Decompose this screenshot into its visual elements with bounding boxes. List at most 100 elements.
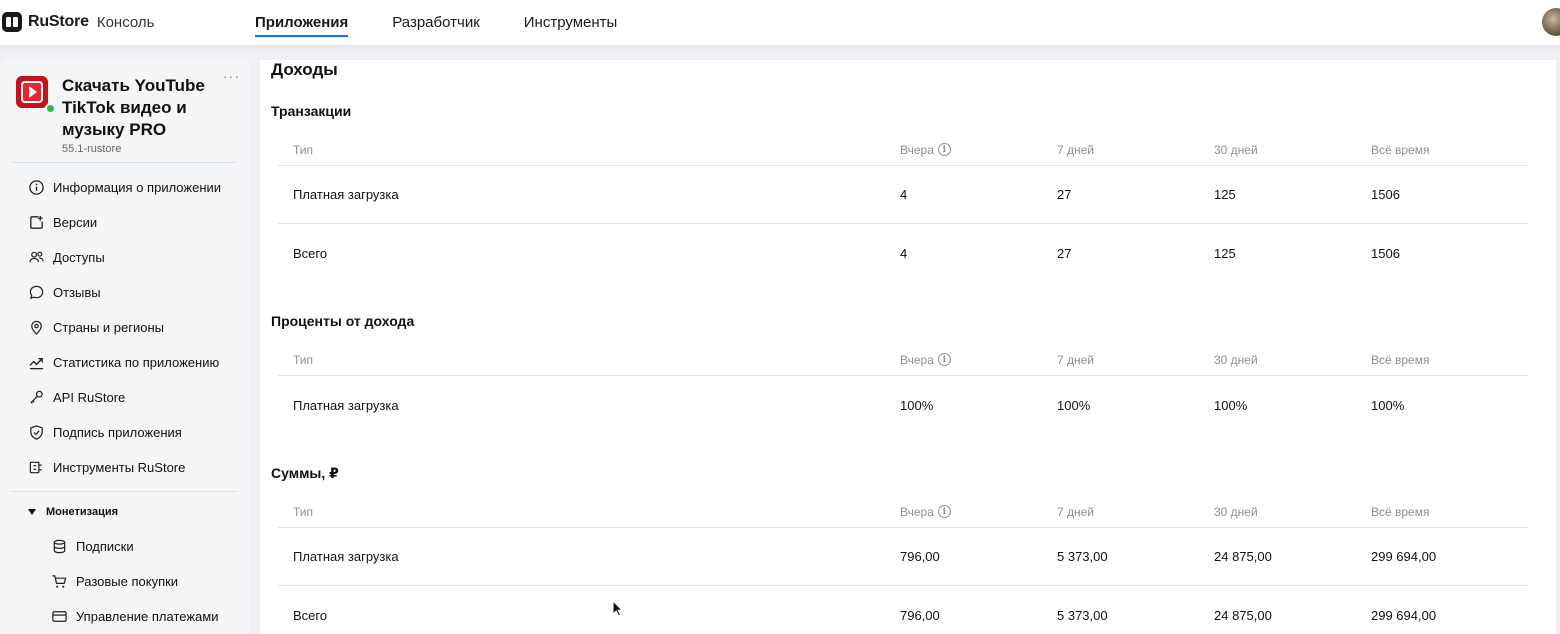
sums-table: Тип Вчера i 7 дней 30 дней Всё время Плат…	[278, 496, 1528, 634]
sidebar-item-label: Разовые покупки	[76, 574, 179, 589]
versions-icon	[27, 214, 45, 232]
caret-down-icon	[28, 509, 36, 515]
database-icon	[50, 538, 68, 556]
sidebar-item-signature[interactable]: Подпись приложения	[0, 415, 250, 450]
table-header: Тип Вчера i 7 дней 30 дней Всё время	[278, 496, 1528, 528]
logo-name: RuStore	[28, 13, 89, 30]
sidebar-item-label: Версии	[53, 215, 98, 230]
sidebar-item-countries[interactable]: Страны и регионы	[0, 310, 250, 345]
status-online-dot	[45, 103, 56, 114]
sidebar-item-one-time-purchases[interactable]: Разовые покупки	[0, 564, 250, 599]
table-row: Платная загрузка 4 27 125 1506	[278, 166, 1528, 224]
chat-icon	[27, 284, 45, 302]
sidebar-item-payments[interactable]: Управление платежами	[0, 599, 250, 634]
cell-7-days: 100%	[1057, 397, 1091, 413]
main-content: Доходы Транзакции Тип Вчера i 7 дней 30 д…	[260, 60, 1556, 634]
app-icon	[16, 76, 48, 108]
info-icon[interactable]: i	[937, 505, 951, 518]
chart-icon	[27, 354, 45, 372]
tools-icon	[27, 459, 45, 477]
cell-yesterday: 796,00	[900, 549, 940, 564]
sidebar-item-label: Доступы	[53, 250, 105, 265]
cell-30-days: 24 875,00	[1214, 607, 1272, 623]
sidebar-item-label: Отзывы	[53, 285, 101, 300]
sidebar-item-versions[interactable]: Версии	[0, 205, 250, 240]
table-row: Платная загрузка 100% 100% 100% 100%	[278, 376, 1528, 434]
app-header: Скачать YouTube TikTok видео и музыку PR…	[0, 60, 250, 164]
cell-yesterday: 4	[900, 187, 908, 202]
cell-7-days: 5 373,00	[1057, 549, 1108, 564]
sidebar-item-access[interactable]: Доступы	[0, 240, 250, 275]
sidebar-item-app-info[interactable]: Информация о приложении	[0, 170, 250, 205]
cell-30-days: 125	[1214, 245, 1236, 261]
col-30-days: 30 дней	[1214, 352, 1258, 367]
nav-developer[interactable]: Разработчик	[392, 0, 479, 46]
shield-check-icon	[27, 424, 45, 442]
sidebar-item-statistics[interactable]: Статистика по приложению	[0, 345, 250, 380]
rustore-logo-icon	[2, 12, 22, 32]
cell-yesterday: 796,00	[900, 607, 940, 623]
cell-yesterday: 100%	[900, 397, 934, 413]
cell-type: Платная загрузка	[293, 187, 399, 202]
col-yesterday: Вчера i	[900, 353, 951, 367]
info-icon[interactable]: i	[937, 143, 951, 156]
col-all-time: Всё время	[1371, 352, 1430, 367]
play-icon	[21, 81, 43, 103]
col-yesterday-label: Вчера	[900, 352, 934, 367]
info-icon	[27, 179, 45, 197]
sidebar-item-label: Управление платежами	[76, 609, 219, 624]
section-title-transactions: Транзакции	[271, 103, 352, 119]
col-yesterday: Вчера i	[900, 143, 951, 157]
col-type: Тип	[293, 352, 314, 367]
sidebar-item-subscriptions[interactable]: Подписки	[0, 529, 250, 564]
top-bar: RuStore Консоль Приложения Разработчик И…	[0, 0, 1560, 46]
card-icon	[50, 608, 68, 626]
table-row: Всего 796,00 5 373,00 24 875,00 299 694,…	[278, 586, 1528, 634]
monetization-toggle[interactable]: Монетизация	[28, 506, 118, 518]
sidebar-item-reviews[interactable]: Отзывы	[0, 275, 250, 310]
app-title: Скачать YouTube TikTok видео и музыку PR…	[62, 76, 205, 139]
cell-type: Всего	[293, 607, 328, 623]
col-type: Тип	[293, 504, 314, 519]
key-icon	[27, 389, 45, 407]
app-menu: Информация о приложении Версии Доступы О…	[0, 170, 250, 485]
col-30-days: 30 дней	[1214, 504, 1258, 519]
col-7-days: 7 дней	[1057, 142, 1095, 157]
cell-7-days: 5 373,00	[1057, 607, 1108, 623]
cell-30-days: 100%	[1214, 397, 1248, 413]
col-all-time: Всё время	[1371, 504, 1430, 519]
col-yesterday-label: Вчера	[900, 504, 934, 519]
monetization-label: Монетизация	[46, 506, 119, 518]
col-yesterday-label: Вчера	[900, 142, 934, 157]
col-30-days: 30 дней	[1214, 142, 1258, 157]
nav-apps[interactable]: Приложения	[255, 0, 349, 46]
sidebar-item-api[interactable]: API RuStore	[0, 380, 250, 415]
monetization-menu: Подписки Разовые покупки Управление плат…	[0, 529, 250, 634]
users-icon	[27, 249, 45, 267]
cell-all-time: 1506	[1371, 187, 1400, 202]
sidebar-item-label: Статистика по приложению	[53, 355, 220, 370]
sidebar-item-label: Информация о приложении	[53, 180, 222, 195]
sidebar-item-label: Подписки	[76, 539, 134, 554]
cell-all-time: 299 694,00	[1371, 607, 1437, 623]
divider	[12, 162, 236, 163]
nav-tools[interactable]: Инструменты	[524, 0, 618, 46]
rustore-logo[interactable]: RuStore Консоль	[2, 12, 154, 32]
cell-type: Платная загрузка	[293, 397, 399, 413]
col-7-days: 7 дней	[1057, 352, 1095, 367]
sidebar-item-tools[interactable]: Инструменты RuStore	[0, 450, 250, 485]
user-avatar[interactable]	[1542, 8, 1560, 36]
sidebar-item-label: Подпись приложения	[53, 425, 182, 440]
cell-type: Платная загрузка	[293, 549, 399, 564]
transactions-table: Тип Вчера i 7 дней 30 дней Всё время Плат…	[278, 134, 1528, 282]
cell-all-time: 100%	[1371, 397, 1405, 413]
cell-type: Всего	[293, 245, 328, 261]
col-all-time: Всё время	[1371, 142, 1430, 157]
info-icon[interactable]: i	[937, 353, 951, 366]
table-header: Тип Вчера i 7 дней 30 дней Всё время	[278, 134, 1528, 166]
col-7-days: 7 дней	[1057, 504, 1095, 519]
cell-7-days: 27	[1057, 187, 1072, 202]
more-options-icon[interactable]: ···	[223, 68, 240, 84]
col-yesterday: Вчера i	[900, 505, 951, 519]
sidebar-item-label: Инструменты RuStore	[53, 460, 186, 475]
